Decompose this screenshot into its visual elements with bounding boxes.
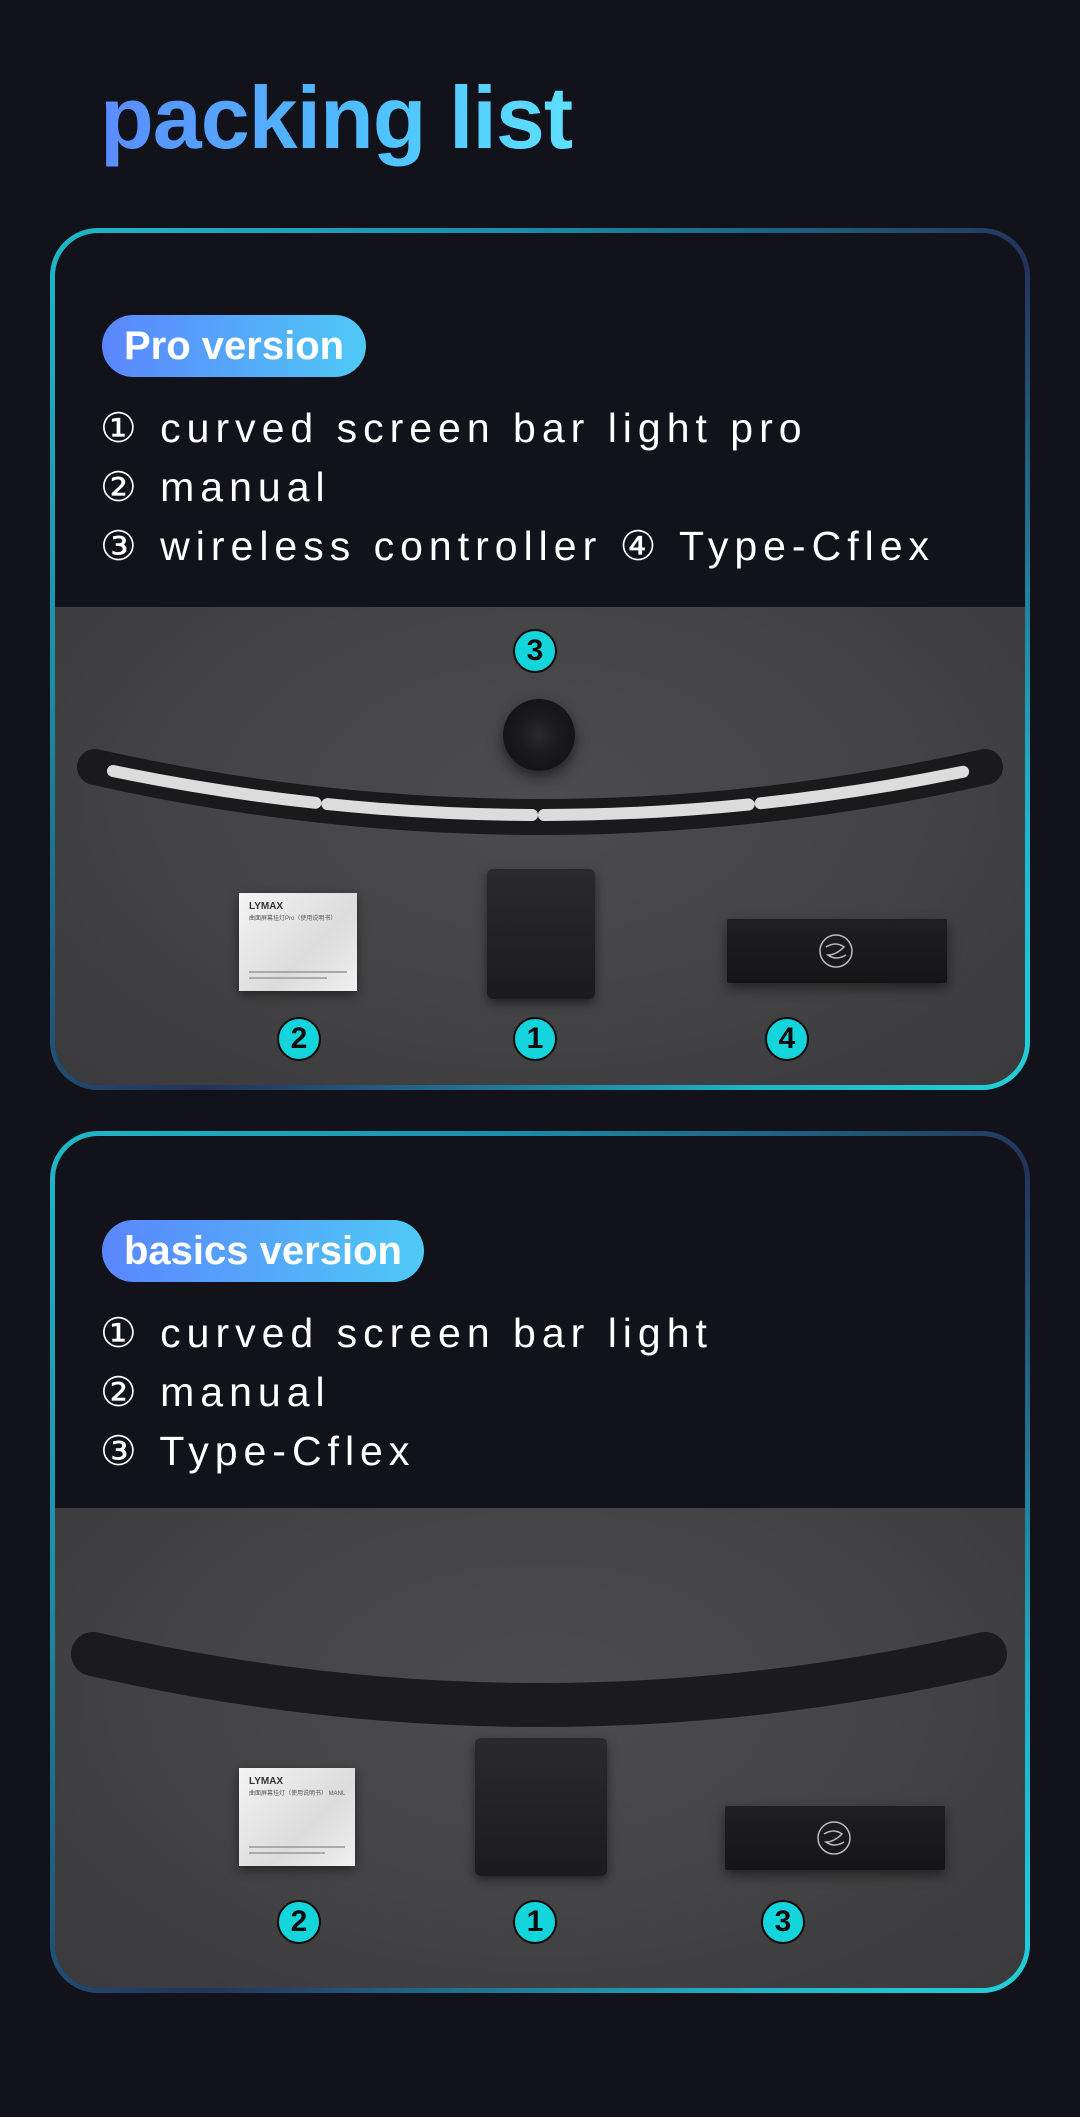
manual-image: LYMAX 曲面屏幕挂灯（使用说明书） MANUAL FOR CURVED SC… <box>239 1768 355 1866</box>
marker-manual: 2 <box>277 1017 321 1061</box>
list-item: ② manual <box>100 464 331 510</box>
pro-item-list: ① curved screen bar light pro ② manual ③… <box>100 399 935 576</box>
basics-product-photo: LYMAX 曲面屏幕挂灯（使用说明书） MANUAL FOR CURVED SC… <box>55 1508 1025 1988</box>
marker-manual: 2 <box>277 1900 321 1944</box>
marker-cable: 3 <box>761 1900 805 1944</box>
pro-version-card: Pro version ① curved screen bar light pr… <box>50 228 1030 1090</box>
list-item: ② manual <box>100 1369 331 1415</box>
curved-light-bar-image <box>71 1632 1007 1727</box>
monitor-clamp-image <box>475 1738 607 1876</box>
marker-light: 1 <box>513 1017 557 1061</box>
marker-cable: 4 <box>765 1017 809 1061</box>
basics-version-card: basics version ① curved screen bar light… <box>50 1131 1030 1993</box>
list-item: ① curved screen bar light <box>100 1310 713 1356</box>
usb-c-cable-icon <box>817 1821 851 1855</box>
pro-product-photo: 3 LYMAX 曲面屏幕挂灯Pro（使用说明书） 2 1 4 <box>55 607 1025 1085</box>
list-item: ③ Type-Cflex <box>100 1428 416 1474</box>
basics-item-list: ① curved screen bar light ② manual ③ Typ… <box>100 1304 713 1481</box>
pro-version-badge: Pro version <box>102 315 367 377</box>
list-item: ③ wireless controller ④ Type-Cflex <box>100 523 935 569</box>
curved-light-bar-pro-image <box>77 749 1003 835</box>
marker-controller: 3 <box>513 629 557 673</box>
monitor-clamp-image <box>487 869 595 999</box>
basics-version-badge: basics version <box>102 1220 424 1282</box>
page-title: packing list <box>100 68 573 167</box>
cable-box-image <box>727 919 947 983</box>
usb-c-cable-icon <box>819 934 853 968</box>
manual-image: LYMAX 曲面屏幕挂灯Pro（使用说明书） <box>239 893 357 991</box>
marker-light: 1 <box>513 1900 557 1944</box>
cable-box-image <box>725 1806 945 1870</box>
list-item: ① curved screen bar light pro <box>100 405 808 451</box>
